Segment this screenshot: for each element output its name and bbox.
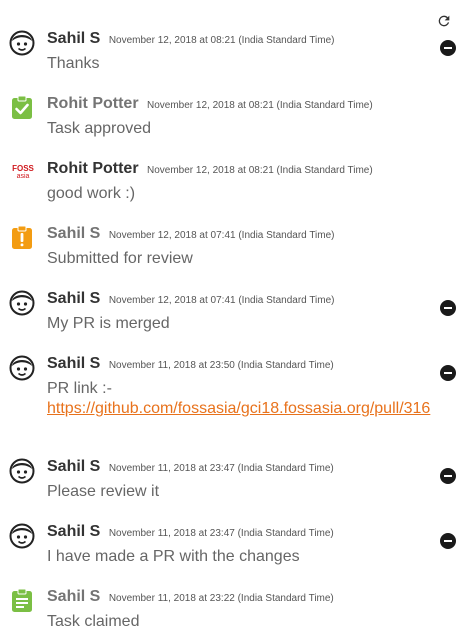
comment-author: Sahil S [47,588,101,605]
avatar-face-icon [9,290,35,316]
remove-comment-icon[interactable] [440,533,456,549]
remove-comment-icon[interactable] [440,40,456,56]
refresh-icon[interactable] [435,12,453,30]
comment-text: PR link :- [47,380,112,397]
svg-text:asia: asia [17,173,30,180]
comment-author: Sahil S [47,30,101,47]
avatar-face-icon [9,458,35,484]
comment-author: Sahil S [47,458,101,475]
clipboard-alert-icon [9,225,35,251]
comment-timestamp: November 11, 2018 at 23:22 (India Standa… [108,593,334,604]
comment-author: Sahil S [47,523,101,540]
comment-text: I have made a PR with the changes [47,548,300,565]
remove-comment-icon[interactable] [440,468,456,484]
remove-comment-icon[interactable] [440,300,456,316]
comment-timestamp: November 12, 2018 at 08:21 (India Standa… [108,35,335,46]
comment-text: My PR is merged [47,315,170,332]
avatar-face-icon [9,355,35,381]
comment-timestamp: November 12, 2018 at 08:21 (India Standa… [147,165,373,176]
comment-timestamp: November 11, 2018 at 23:47 (India Standa… [108,463,334,474]
comment-body: PR link :- https://github.com/fossasia/g… [47,379,432,419]
comment-author: Rohit Potter [47,160,139,177]
comment-timestamp: November 11, 2018 at 23:47 (India Standa… [108,528,334,539]
avatar-face-icon [9,523,35,549]
comment-text: Please review it [47,483,160,500]
clipboard-list-icon [9,588,35,614]
comment-text: Thanks [47,55,100,72]
svg-text:FOSS: FOSS [12,164,34,173]
clipboard-check-icon [9,95,35,121]
comment-text: Task approved [47,120,152,137]
comment-timestamp: November 12, 2018 at 08:21 (India Standa… [147,100,373,111]
comment-author: Sahil S [47,225,101,242]
comment-timestamp: November 12, 2018 at 07:41 (India Standa… [108,230,335,241]
pr-link[interactable]: https://github.com/fossasia/gci18.fossas… [47,400,430,417]
foss-asia-logo: FOSS asia [9,160,35,186]
comment-author: Sahil S [47,355,101,372]
comment-author: Rohit Potter [47,95,139,112]
comment-text: good work :) [47,185,136,202]
comment-text: Submitted for review [47,250,193,267]
avatar-face-icon [9,30,35,56]
comment-timestamp: November 12, 2018 at 07:41 (India Standa… [108,295,335,306]
comment-author: Sahil S [47,290,101,307]
remove-comment-icon[interactable] [440,365,456,381]
comment-text: Task claimed [47,613,140,630]
comment-timestamp: November 11, 2018 at 23:50 (India Standa… [108,360,334,371]
